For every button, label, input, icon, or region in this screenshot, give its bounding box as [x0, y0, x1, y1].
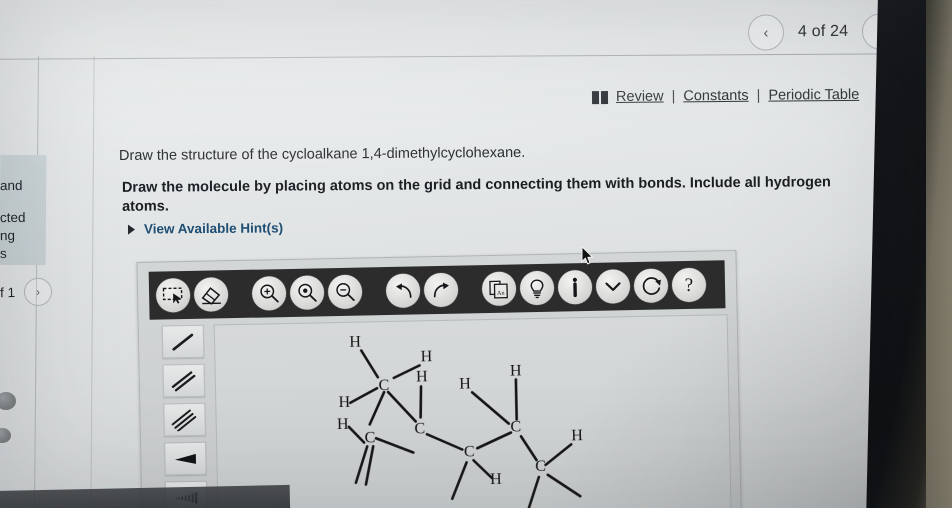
- sidebar-text-2: ng: [0, 227, 16, 244]
- zoom-in-tool[interactable]: [251, 276, 287, 311]
- bond-C4-C5: [475, 431, 513, 450]
- molecule-drawing: C C C C C C H H H H H H H H H: [337, 334, 584, 508]
- eraser-icon: [201, 287, 221, 305]
- select-tool[interactable]: [155, 277, 191, 313]
- atom-label-H5: H: [416, 368, 428, 385]
- magnifier-dot-icon: [298, 283, 317, 302]
- bond-C1-C3: [386, 390, 418, 423]
- question-instruction: Draw the molecule by placing atoms on th…: [121, 174, 831, 215]
- undo-arrow-icon: [395, 283, 412, 298]
- sidebar-text-1: cted: [0, 209, 26, 226]
- screenshot-root: ‹ 4 of 24 › Review | Constants | Periodi…: [0, 0, 952, 508]
- sidebar-pager-label: f 1: [0, 284, 16, 300]
- sidebar-next-button[interactable]: ›: [23, 277, 53, 307]
- background-wall-right: [926, 0, 952, 508]
- editor-toolbar: An ?: [148, 260, 726, 320]
- magnifier-plus-icon: [260, 284, 279, 303]
- bond-C5-C6: [519, 435, 538, 462]
- bond-C1-H3: [349, 386, 379, 405]
- bond-C2-C3b: [374, 436, 415, 454]
- double-bond-tool[interactable]: [162, 363, 206, 398]
- triangle-right-icon: [127, 224, 136, 235]
- bond-C3-C4: [425, 432, 464, 451]
- undo-button[interactable]: [385, 273, 421, 309]
- wedge-bond-icon: [174, 453, 197, 464]
- atom-label-C4: C: [464, 443, 475, 460]
- eraser-tool[interactable]: [193, 277, 229, 312]
- atom-label-C1: C: [378, 377, 389, 394]
- single-bond-icon: [172, 333, 194, 351]
- atom-label-C6: C: [535, 458, 546, 475]
- atom-label-H7: H: [510, 362, 522, 379]
- copy-pages-icon: An: [489, 280, 508, 299]
- marquee-select-icon: [162, 287, 183, 304]
- question-mark-icon: ?: [684, 274, 694, 296]
- atom-label-H2: H: [420, 348, 432, 365]
- triple-bond-icon: [171, 409, 197, 431]
- atom-label-H4: H: [337, 416, 349, 433]
- mouse-pointer-icon: [581, 246, 594, 265]
- atom-label-C5: C: [510, 418, 521, 435]
- bond-C2-H4: [347, 425, 366, 444]
- drawing-canvas[interactable]: C C C C C C H H H H H H H H H: [213, 314, 732, 508]
- magnifier-minus-icon: [336, 282, 355, 301]
- template-button[interactable]: An: [481, 271, 517, 307]
- sidebar-text-3: s: [0, 245, 7, 262]
- prev-question-button[interactable]: ‹: [747, 14, 785, 51]
- bond-layer: [347, 349, 582, 508]
- redo-button[interactable]: [423, 272, 459, 308]
- atom-label-H6: H: [459, 375, 471, 392]
- bond-C1-C2-left: [368, 390, 386, 426]
- bond-C5-H7: [514, 378, 518, 421]
- review-link[interactable]: Review: [616, 89, 664, 105]
- bond-C4-off1: [450, 461, 468, 501]
- link-separator-2: |: [756, 87, 761, 104]
- atom-label-C3: C: [414, 420, 425, 437]
- lightbulb-icon: [530, 279, 544, 298]
- atom-label-H9: H: [571, 427, 583, 444]
- bond-C5-H6: [470, 391, 511, 425]
- atom-label-H3: H: [338, 394, 350, 411]
- chevron-left-icon: ‹: [763, 23, 769, 42]
- svg-text:An: An: [497, 289, 505, 296]
- chevron-right-icon: ›: [35, 284, 41, 299]
- molecule-editor-panel: An ? C C C C C C H H H H H H H H H: [136, 250, 742, 508]
- triple-bond-tool[interactable]: [163, 402, 206, 437]
- info-icon: [572, 277, 577, 298]
- zoom-out-tool[interactable]: [327, 274, 363, 310]
- double-bond-icon: [171, 370, 196, 391]
- lightbulb-button[interactable]: [519, 270, 555, 306]
- wedge-bond-tool[interactable]: [164, 441, 207, 476]
- single-bond-tool[interactable]: [161, 324, 205, 359]
- constants-link[interactable]: Constants: [683, 88, 748, 105]
- pager-position-label: 4 of 24: [797, 22, 849, 41]
- circular-arrow-icon: [642, 277, 661, 295]
- view-hints-link[interactable]: View Available Hint(s): [127, 220, 284, 237]
- link-separator-1: |: [671, 88, 676, 105]
- view-hints-label: View Available Hint(s): [143, 220, 284, 237]
- bond-C3-H5: [419, 385, 423, 419]
- sidebar-text-0: and: [0, 177, 23, 194]
- atom-label-H8: H: [490, 471, 502, 488]
- bond-C1-H1: [359, 349, 380, 379]
- bond-tool-strip: [161, 324, 208, 508]
- zoom-fit-tool[interactable]: [289, 275, 325, 310]
- more-button[interactable]: [595, 269, 631, 304]
- atom-label-H1: H: [349, 334, 361, 351]
- bond-C6-off1: [527, 475, 541, 508]
- utility-links: Review | Constants | Periodic Table: [591, 87, 859, 105]
- info-button[interactable]: [557, 269, 593, 305]
- periodic-table-link[interactable]: Periodic Table: [768, 87, 859, 104]
- book-icon: [591, 90, 609, 104]
- atom-label-layer: C C C C C C H H H H H H H H H: [337, 334, 584, 488]
- redo-arrow-icon: [433, 282, 449, 298]
- help-button[interactable]: ?: [671, 267, 707, 303]
- chevron-down-icon: [605, 282, 621, 291]
- bond-C6-H9: [544, 443, 573, 467]
- sidebar-pager: f 1 ›: [0, 277, 53, 307]
- reset-button[interactable]: [633, 268, 669, 304]
- bond-C6-off2: [546, 473, 582, 498]
- atom-label-C2: C: [365, 429, 376, 446]
